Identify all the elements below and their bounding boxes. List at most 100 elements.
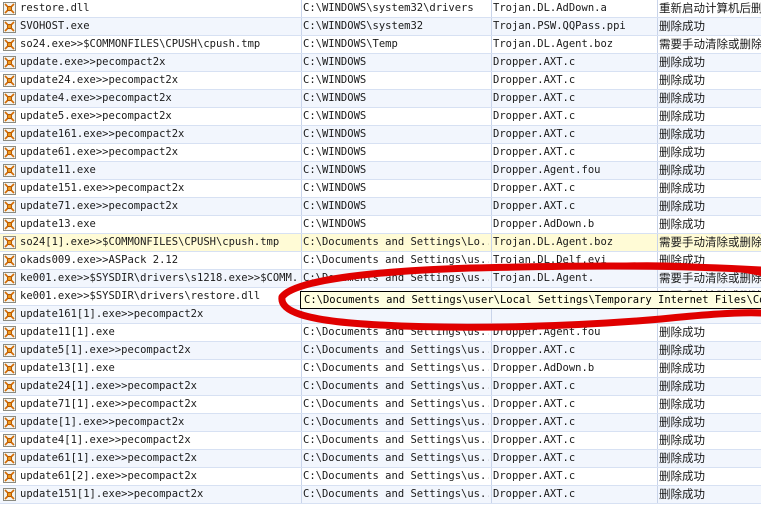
virus-name-cell: Dropper.Agent.fou [491, 324, 656, 341]
table-row[interactable]: update5.exe>>pecompact2x C:\WINDOWS Droppe… [0, 108, 761, 126]
file-icon [3, 38, 16, 51]
table-row[interactable]: update161.exe>>pecompact2x C:\WINDOWS Drop… [0, 126, 761, 144]
table-row[interactable]: update61[1].exe>>pecompact2x C:\Documents… [0, 450, 761, 468]
path-cell: C:\WINDOWS\system32 [301, 18, 489, 35]
table-row[interactable]: update4.exe>>pecompact2x C:\WINDOWS Droppe… [0, 90, 761, 108]
status-cell: 删除成功 [657, 144, 761, 161]
virus-name-cell: Dropper.AXT.c [491, 450, 656, 467]
file-icon [3, 290, 16, 303]
table-row[interactable]: update13[1].exe C:\Documents and Settings… [0, 360, 761, 378]
path-cell: C:\WINDOWS [301, 54, 489, 71]
status-cell: 删除成功 [657, 108, 761, 125]
path-cell: C:\WINDOWS [301, 162, 489, 179]
status-cell: 删除成功 [657, 18, 761, 35]
path-cell: C:\Documents and Settings\us... [301, 378, 489, 395]
table-row[interactable]: update151.exe>>pecompact2x C:\WINDOWS Drop… [0, 180, 761, 198]
table-row[interactable]: update61.exe>>pecompact2x C:\WINDOWS Dropp… [0, 144, 761, 162]
table-row[interactable]: so24.exe>>$COMMONFILES\CPUSH\cpush.tmp C:… [0, 36, 761, 54]
file-name-cell: update5[1].exe>>pecompact2x [20, 344, 191, 356]
virus-name-cell: Dropper.AXT.c [491, 180, 656, 197]
file-name-cell: update61[2].exe>>pecompact2x [20, 470, 198, 482]
path-cell: C:\Documents and Settings\Lo... [301, 234, 489, 251]
file-name-cell: update13[1].exe [20, 362, 115, 374]
path-cell: C:\Documents and Settings\us... [301, 360, 489, 377]
path-cell: C:\WINDOWS [301, 108, 489, 125]
table-row[interactable]: update11[1].exe C:\Documents and Settings… [0, 324, 761, 342]
table-row[interactable]: update24.exe>>pecompact2x C:\WINDOWS Dropp… [0, 72, 761, 90]
file-icon [3, 236, 16, 249]
file-name-cell: update71.exe>>pecompact2x [20, 200, 179, 212]
file-icon [3, 326, 16, 339]
file-icon [3, 56, 16, 69]
status-cell: 删除成功 [657, 90, 761, 107]
status-cell: 删除成功 [657, 162, 761, 179]
virus-name-cell: Dropper.AXT.c [491, 198, 656, 215]
file-icon [3, 146, 16, 159]
path-cell: C:\Documents and Settings\us... [301, 396, 489, 413]
status-cell: 删除成功 [657, 126, 761, 143]
virus-name-cell: Dropper.AXT.c [491, 90, 656, 107]
file-name-cell: ke001.exe>>$SYSDIR\drivers\s1218.exe>>$C… [20, 272, 296, 284]
path-cell: C:\Documents and Settings\us... [301, 468, 489, 485]
table-row[interactable]: update71[1].exe>>pecompact2x C:\Documents… [0, 396, 761, 414]
file-name-cell: update61.exe>>pecompact2x [20, 146, 179, 158]
table-row[interactable]: update71.exe>>pecompact2x C:\WINDOWS Dropp… [0, 198, 761, 216]
file-icon [3, 470, 16, 483]
file-icon [3, 344, 16, 357]
file-name-cell: SVOHOST.exe [20, 20, 90, 32]
file-icon [3, 272, 16, 285]
status-cell: 删除成功 [657, 180, 761, 197]
table-row[interactable]: update24[1].exe>>pecompact2x C:\Documents… [0, 378, 761, 396]
file-name-cell: update161[1].exe>>pecompact2x [20, 308, 204, 320]
file-icon [3, 218, 16, 231]
file-name-cell: update5.exe>>pecompact2x [20, 110, 172, 122]
status-cell: 删除成功 [657, 396, 761, 413]
table-row[interactable]: update.exe>>pecompact2x C:\WINDOWS Dropper… [0, 54, 761, 72]
virus-name-cell: Dropper.AXT.c [491, 144, 656, 161]
table-row[interactable]: okads009.exe>>ASPack 2.12 C:\Documents an… [0, 252, 761, 270]
file-icon [3, 308, 16, 321]
status-cell: 删除成功 [657, 216, 761, 233]
table-row[interactable]: update[1].exe>>pecompact2x C:\Documents a… [0, 414, 761, 432]
status-cell: 删除成功 [657, 468, 761, 485]
file-icon [3, 398, 16, 411]
file-name-cell: update71[1].exe>>pecompact2x [20, 398, 198, 410]
scan-results-list[interactable]: restore.dll C:\WINDOWS\system32\drivers Tr… [0, 0, 761, 504]
path-cell: C:\WINDOWS\Temp [301, 36, 489, 53]
table-row[interactable]: restore.dll C:\WINDOWS\system32\drivers Tr… [0, 0, 761, 18]
status-cell: 删除成功 [657, 54, 761, 71]
table-row[interactable]: update151[1].exe>>pecompact2x C:\Document… [0, 486, 761, 504]
file-name-cell: update[1].exe>>pecompact2x [20, 416, 185, 428]
file-name-cell: update151.exe>>pecompact2x [20, 182, 185, 194]
virus-name-cell: Dropper.AXT.c [491, 126, 656, 143]
table-row[interactable]: ke001.exe>>$SYSDIR\drivers\s1218.exe>>$C… [0, 270, 761, 288]
table-row[interactable]: update11.exe C:\WINDOWS Dropper.Agent.fou 删… [0, 162, 761, 180]
status-cell: 删除成功 [657, 342, 761, 359]
path-cell: C:\WINDOWS [301, 198, 489, 215]
file-icon [3, 20, 16, 33]
file-name-cell: so24.exe>>$COMMONFILES\CPUSH\cpush.tmp [20, 38, 261, 50]
table-row[interactable]: update13.exe C:\WINDOWS Dropper.AdDown.b 删除… [0, 216, 761, 234]
file-name-cell: update11.exe [20, 164, 96, 176]
virus-name-cell: Trojan.PSW.QQPass.ppi [491, 18, 656, 35]
file-icon [3, 182, 16, 195]
path-cell: C:\Documents and Settings\us... [301, 414, 489, 431]
file-icon [3, 434, 16, 447]
file-icon [3, 362, 16, 375]
file-icon [3, 488, 16, 501]
file-icon [3, 452, 16, 465]
table-row[interactable]: update5[1].exe>>pecompact2x C:\Documents … [0, 342, 761, 360]
file-icon [3, 416, 16, 429]
file-name-cell: ke001.exe>>$SYSDIR\drivers\restore.dll [20, 290, 261, 302]
status-cell: 删除成功 [657, 450, 761, 467]
virus-name-cell: Trojan.DL.Agent.boz [491, 36, 656, 53]
table-row[interactable]: so24[1].exe>>$COMMONFILES\CPUSH\cpush.tm… [0, 234, 761, 252]
path-cell: C:\Documents and Settings\us... [301, 486, 489, 503]
virus-name-cell: Dropper.AdDown.b [491, 360, 656, 377]
path-cell: C:\Documents and Settings\us... [301, 324, 489, 341]
file-icon [3, 164, 16, 177]
status-cell: 删除成功 [657, 378, 761, 395]
table-row[interactable]: update61[2].exe>>pecompact2x C:\Documents… [0, 468, 761, 486]
table-row[interactable]: update4[1].exe>>pecompact2x C:\Documents … [0, 432, 761, 450]
table-row[interactable]: SVOHOST.exe C:\WINDOWS\system32 Trojan.PSW… [0, 18, 761, 36]
